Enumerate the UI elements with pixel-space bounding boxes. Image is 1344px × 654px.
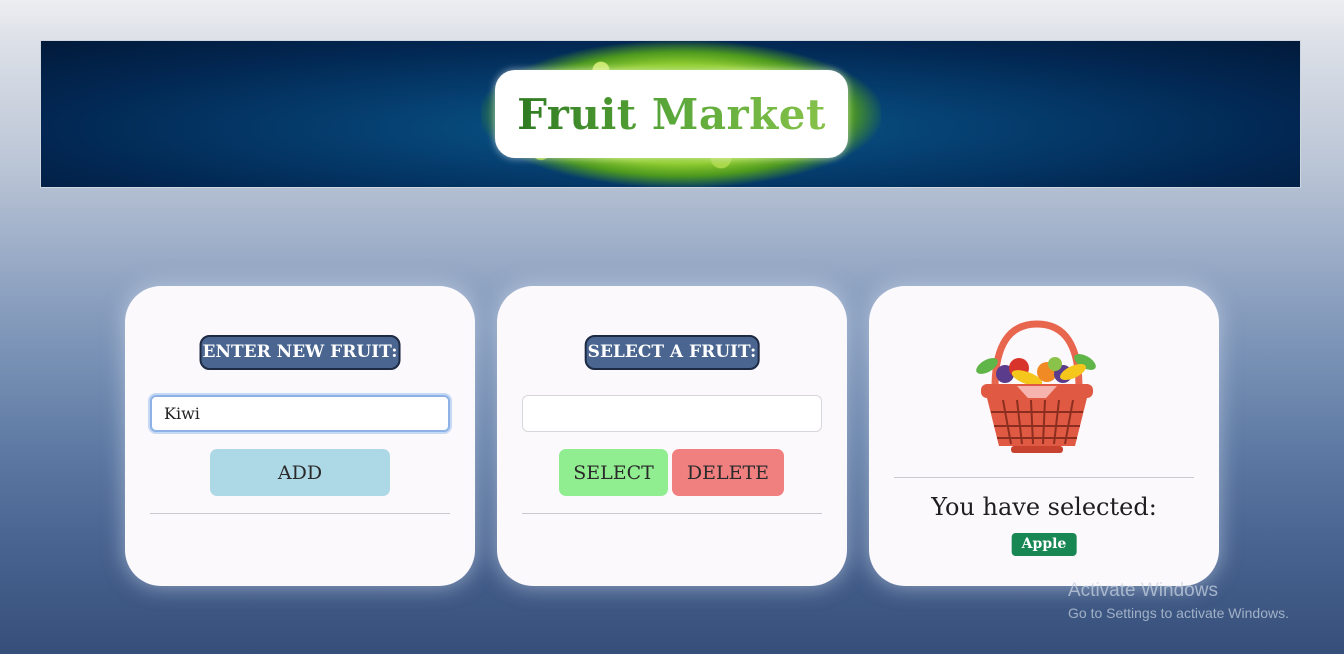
select-fruit-card: SELECT A FRUIT: SELECT DELETE (497, 286, 847, 586)
divider (150, 513, 450, 514)
add-fruit-heading: ENTER NEW FRUIT: (199, 335, 401, 370)
selected-label: You have selected: (931, 493, 1157, 521)
select-fruit-input[interactable] (522, 395, 822, 432)
add-fruit-card: ENTER NEW FRUIT: ADD (125, 286, 475, 586)
selected-fruit-badge: Apple (1011, 533, 1077, 556)
new-fruit-input[interactable] (150, 395, 450, 432)
activate-windows-watermark: Activate Windows Go to Settings to activ… (1068, 580, 1289, 624)
delete-button[interactable]: DELETE (672, 449, 784, 496)
header-banner: Fruit Market (40, 40, 1301, 188)
divider (522, 513, 822, 514)
watermark-subtitle: Go to Settings to activate Windows. (1068, 605, 1289, 621)
divider (894, 477, 1194, 478)
selection-result-card: You have selected: Apple (869, 286, 1219, 586)
logo-box: Fruit Market (495, 70, 848, 158)
add-button[interactable]: ADD (210, 449, 390, 496)
select-button[interactable]: SELECT (559, 449, 668, 496)
app-title: Fruit Market (517, 89, 826, 139)
fruit-basket-icon (976, 320, 1096, 453)
select-fruit-heading: SELECT A FRUIT: (584, 335, 760, 370)
watermark-title: Activate Windows (1068, 580, 1218, 601)
